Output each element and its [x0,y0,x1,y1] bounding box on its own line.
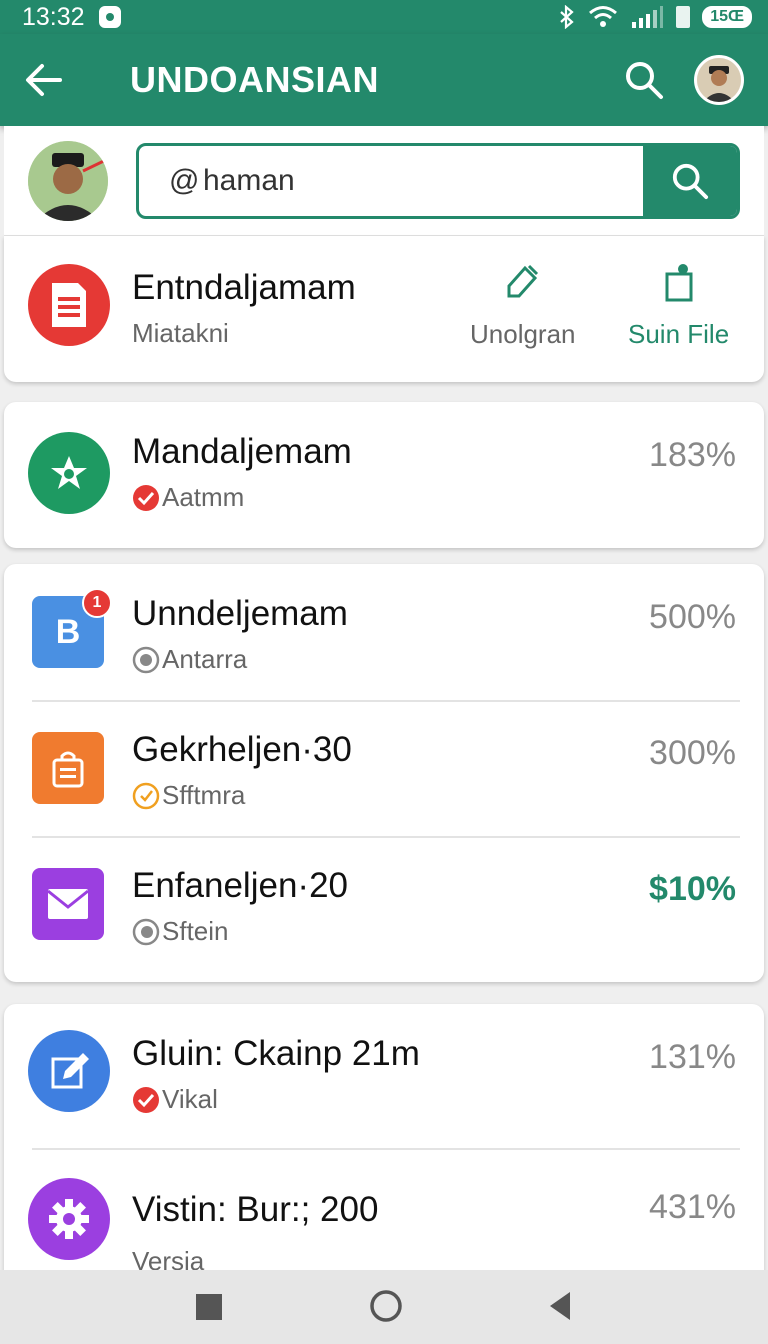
edit-icon [507,264,538,298]
item-subtitle-row: Antarra [132,644,247,675]
circle-badge-icon [132,918,160,945]
home-icon[interactable] [368,1288,404,1324]
bag-icon [32,732,104,804]
item-percent: 300% [649,734,736,772]
check-badge-icon [133,1086,159,1113]
item-percent: 131% [649,1038,736,1076]
wifi-icon [589,6,618,27]
mail-icon [32,868,104,940]
back-icon[interactable] [546,1290,574,1322]
item-title: Entndaljamam [132,268,356,307]
search-icon [672,163,709,199]
search-button[interactable] [643,145,737,216]
battery-label: 15Œ [702,6,752,28]
check-badge-icon [133,484,159,511]
list-item[interactable]: Gekrheljen·30 Sfftmra 300% [4,700,764,836]
item-percent: $10% [649,870,736,908]
item-subtitle: Vikal [162,1084,218,1114]
profile-avatar[interactable] [694,55,744,105]
blog-icon: B 1 [32,588,112,668]
item-card: Gluin: Ckainp 21m Vikal 131% Vistin: Bur… [4,1004,764,1304]
search-input[interactable] [139,145,643,216]
search-row: @ [4,126,764,236]
battery-icon [676,6,691,28]
header-item-card: Entndaljamam Miatakni Unolgran Suin File [4,236,764,382]
list-item[interactable]: Enfaneljen·20 Sftein $10% [4,836,764,982]
suin-file-button[interactable]: Suin File [628,262,729,350]
list-item[interactable]: Gluin: Ckainp 21m Vikal 131% [4,1004,764,1148]
status-time: 13:32 [22,2,85,31]
item-subtitle: Antarra [162,644,248,674]
status-icons: 15Œ [558,5,752,29]
search-box: @ [136,142,740,219]
list-item[interactable]: B 1 Unndeljemam Antarra 500% [4,564,764,700]
app-title: UNDOANSIAN [130,59,380,100]
search-icon[interactable] [624,60,664,100]
file-icon [665,264,693,302]
unolgran-button[interactable]: Unolgran [470,262,576,350]
item-title: Mandaljemam [132,432,352,471]
item-subtitle: Sftein [162,916,229,946]
item-subtitle-row: Sfftmra [132,780,245,811]
back-arrow-icon[interactable] [24,62,64,98]
status-bar: 13:32 15Œ [0,0,768,34]
item-subtitle-row: Aatmm [132,482,244,513]
user-avatar[interactable] [28,140,108,221]
blog-letter: B [55,612,81,651]
app-bar: UNDOANSIAN [0,34,768,126]
item-percent: 183% [649,436,736,474]
at-icon: @ [169,163,200,197]
item-title: Gluin: Ckainp 21m [132,1034,420,1073]
item-title: Gekrheljen·30 [132,730,352,769]
item-title: Vistin: Bur:; 200 [132,1190,379,1229]
document-icon [28,264,110,346]
signal-icon [632,6,664,28]
star-icon [28,432,110,514]
system-nav-bar [0,1270,768,1344]
list-item[interactable]: Mandaljemam Aatmm 183% [4,402,764,548]
recents-icon[interactable] [194,1292,224,1322]
circle-badge-icon [132,782,160,809]
item-subtitle-row: Sftein [132,916,229,947]
item-subtitle: Miatakni [132,318,229,348]
item-percent: 500% [649,598,736,636]
edit-note-icon [28,1030,110,1112]
gear-icon [28,1178,110,1260]
item-percent: 431% [649,1188,736,1226]
bluetooth-icon [560,5,574,29]
item-subtitle: Aatmm [162,482,245,512]
item-title: Enfaneljen·20 [132,866,348,905]
list-item[interactable]: Entndaljamam Miatakni Unolgran Suin File [4,236,764,382]
suin-file-label: Suin File [628,319,730,349]
unolgran-label: Unolgran [470,319,576,349]
item-subtitle-row: Vikal [132,1084,218,1115]
notification-badge: 1 [82,588,112,618]
item-card: B 1 Unndeljemam Antarra 500% Gekrheljen·… [4,564,764,982]
circle-badge-icon [132,646,160,673]
item-title: Unndeljemam [132,594,348,633]
item-subtitle: Sfftmra [162,780,246,810]
item-card: Mandaljemam Aatmm 183% [4,402,764,548]
screen-record-icon [98,6,121,28]
